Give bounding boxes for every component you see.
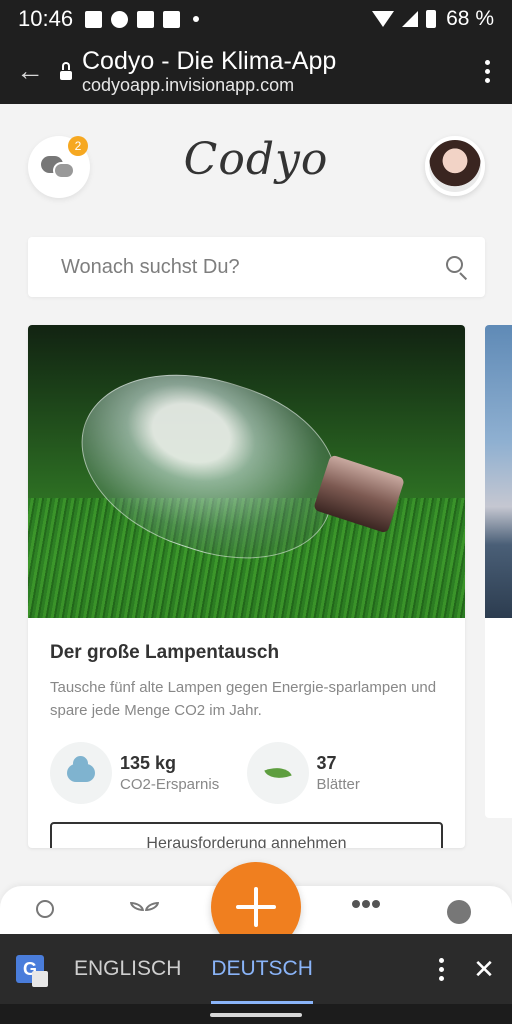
card-stats: 135 kg CO2-Ersparnis 37 Blätter	[50, 742, 443, 804]
google-translate-icon: G	[16, 955, 48, 987]
page-url: codyoapp.invisionapp.com	[82, 75, 295, 95]
browser-toolbar: ← Codyo - Die Klima-App codyoapp.invisio…	[0, 38, 512, 104]
notification-icons	[85, 10, 200, 28]
card-description: Tausche fünf alte Lampen gegen Energie-s…	[50, 679, 437, 719]
leaf-icon	[246, 742, 309, 804]
plus-icon	[236, 887, 276, 927]
home-gesture-handle[interactable]	[210, 1013, 302, 1017]
nav-planet-icon[interactable]	[447, 900, 471, 924]
more-notifications-icon	[193, 16, 200, 22]
app-icon	[163, 10, 181, 28]
leaves-label: Blätter	[316, 776, 360, 793]
signal-icon	[402, 11, 419, 27]
status-time: 10:46	[18, 6, 74, 31]
system-icons: 68 %	[372, 7, 494, 31]
url-area[interactable]: Codyo - Die Klima-App codyoapp.invisiona…	[82, 47, 336, 95]
image-icon	[85, 10, 103, 28]
lightbulb-image	[28, 325, 465, 618]
app-content: 2 Codyo Wonach suchst Du? Der große Lamp…	[0, 104, 512, 934]
source-language-tab[interactable]: ENGLISCH	[74, 957, 181, 981]
city-image	[485, 325, 512, 618]
next-card-peek[interactable]	[485, 325, 512, 818]
lock-icon	[60, 62, 72, 80]
search-bar[interactable]: Wonach suchst Du?	[28, 237, 485, 297]
leaves-stat: 37 Blätter	[246, 742, 444, 804]
nav-people-icon[interactable]	[352, 900, 380, 920]
nav-sprout-icon[interactable]	[130, 900, 160, 920]
target-language-tab[interactable]: DEUTSCH	[211, 934, 313, 1004]
page-title: Codyo - Die Klima-App	[82, 47, 337, 75]
co2-value: 135 kg	[120, 753, 177, 773]
co2-stat: 135 kg CO2-Ersparnis	[50, 742, 247, 804]
avatar[interactable]	[425, 136, 485, 196]
search-input[interactable]: Wonach suchst Du?	[61, 256, 240, 279]
browser-menu-button[interactable]	[462, 38, 512, 104]
home-icon	[137, 10, 155, 28]
facebook-icon	[111, 10, 129, 28]
status-bar: 10:46 68 %	[0, 0, 512, 38]
add-button[interactable]	[211, 862, 301, 934]
translate-bar: G ENGLISCH DEUTSCH ✕	[0, 934, 512, 1004]
card-title: Der große Lampentausch	[50, 642, 280, 663]
system-navigation	[0, 1004, 512, 1024]
nav-search-icon[interactable]	[36, 900, 58, 922]
battery-icon	[426, 10, 437, 28]
search-icon[interactable]	[445, 255, 469, 281]
accept-challenge-button[interactable]: Herausforderung annehmen	[50, 822, 443, 848]
co2-label: CO2-Ersparnis	[120, 776, 220, 793]
arrow-left-icon: ←	[16, 55, 44, 86]
battery-percent: 68 %	[446, 7, 494, 30]
leaves-value: 37	[316, 753, 337, 773]
translate-menu-button[interactable]	[426, 934, 456, 1004]
cloud-icon	[50, 742, 112, 804]
wifi-icon	[372, 11, 395, 27]
challenge-card[interactable]: Der große Lampentausch Tausche fünf alte…	[28, 325, 465, 848]
close-icon[interactable]: ✕	[456, 934, 512, 1004]
back-button[interactable]: ←	[0, 38, 60, 104]
